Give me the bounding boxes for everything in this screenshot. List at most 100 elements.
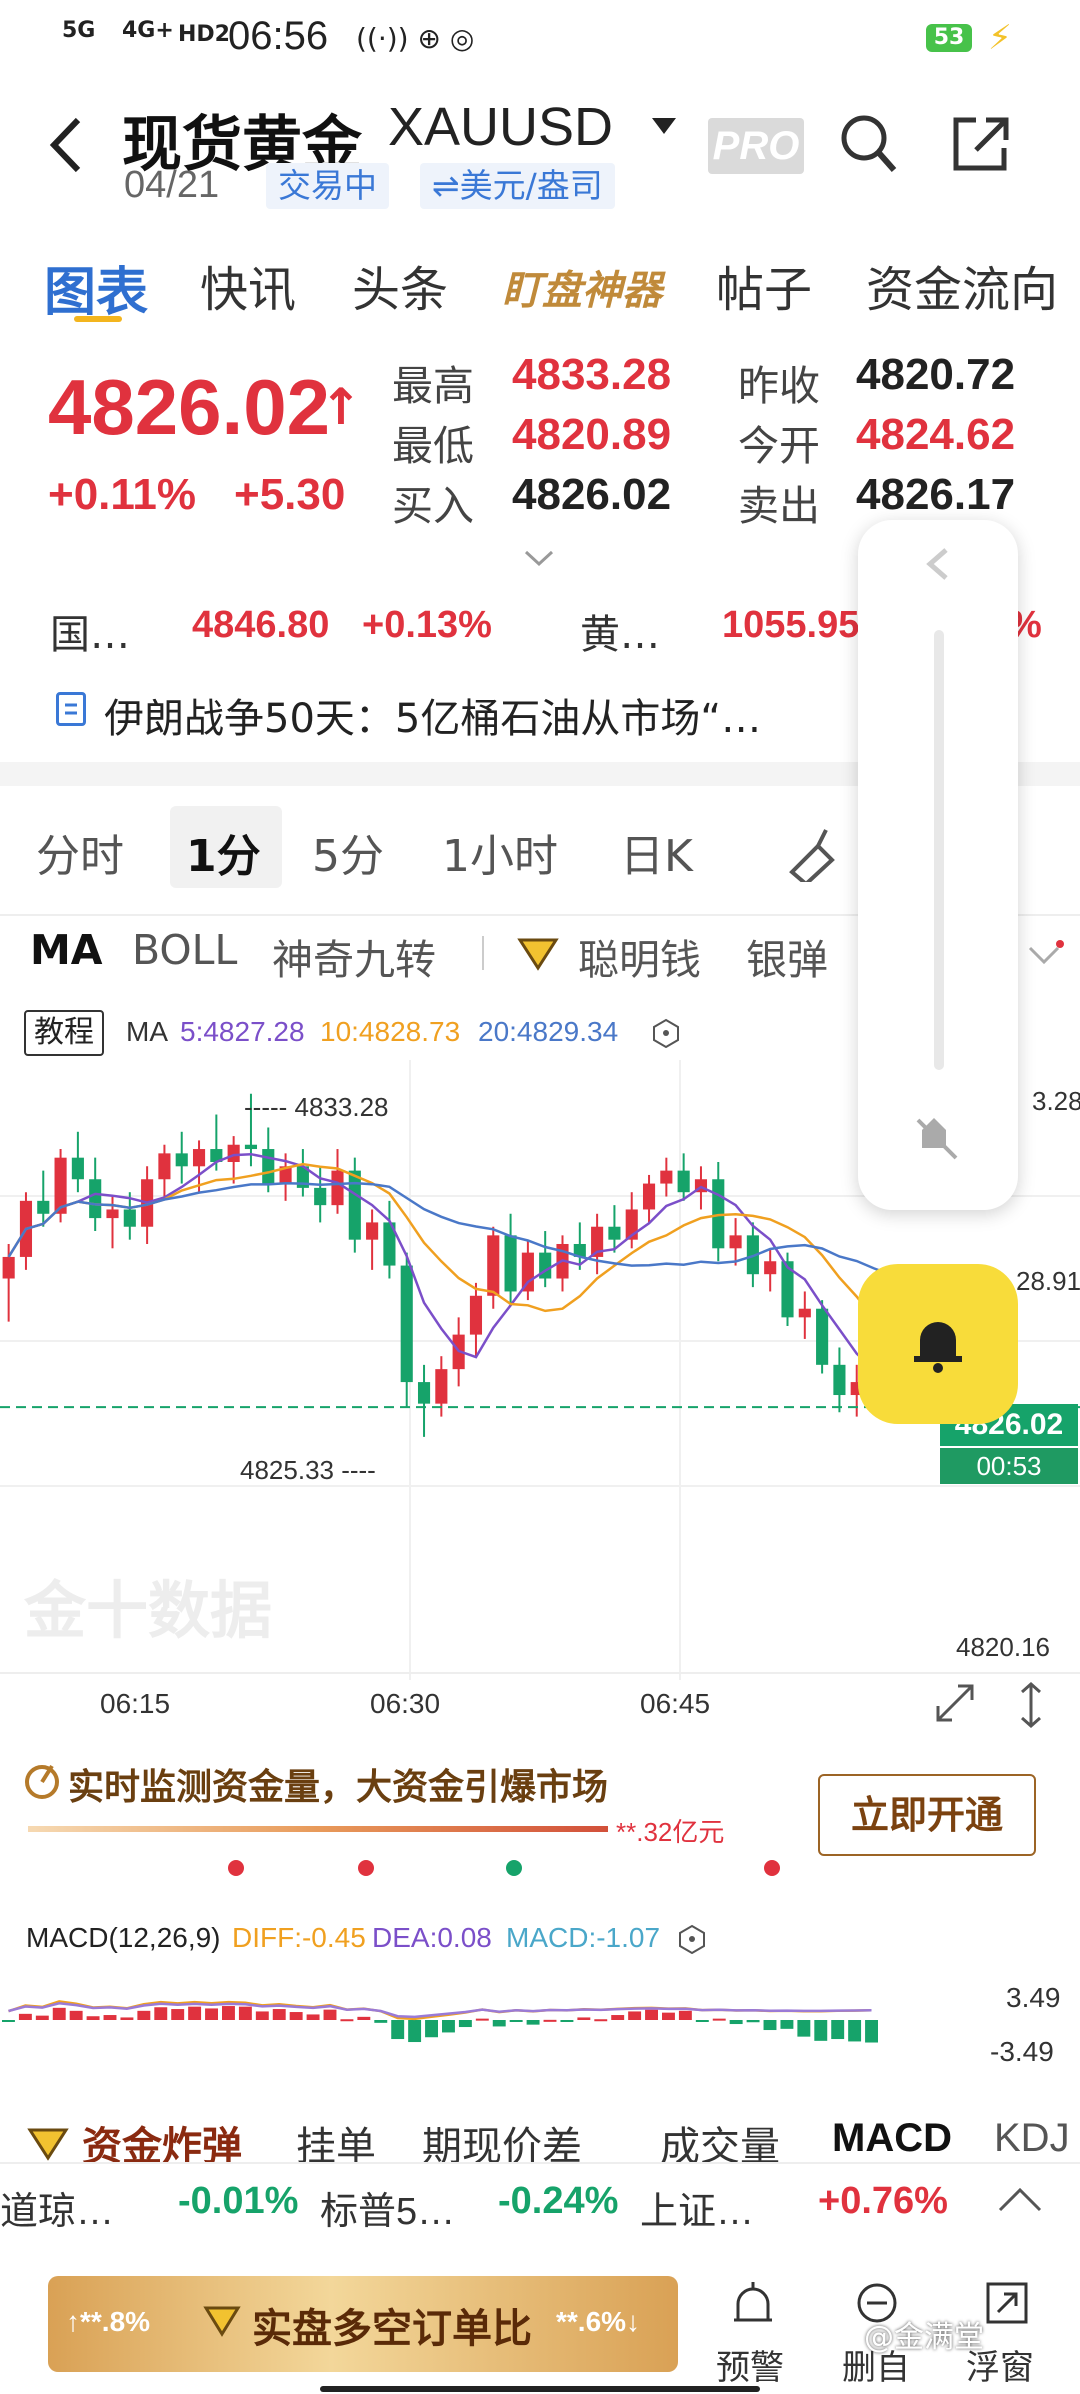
indicator-boll[interactable]: BOLL bbox=[132, 926, 237, 974]
tab-headlines[interactable]: 头条 bbox=[352, 250, 448, 320]
candle-body bbox=[764, 1261, 777, 1275]
candle-body bbox=[227, 1144, 240, 1162]
macd-bar bbox=[154, 2007, 168, 2020]
candle-body bbox=[816, 1308, 829, 1365]
ticker-pct-2: -0.24% bbox=[498, 2180, 619, 2222]
floating-panel[interactable] bbox=[858, 520, 1018, 1210]
macd-bar bbox=[475, 2018, 489, 2021]
tutorial-button[interactable]: 教程 bbox=[24, 1010, 104, 1056]
candle-body bbox=[314, 1187, 327, 1206]
volume-slider[interactable] bbox=[934, 630, 944, 1070]
time-label-1: 06:15 bbox=[100, 1688, 171, 1719]
macd-bar bbox=[458, 2020, 472, 2028]
news-headline[interactable]: 伊朗战争50天：5亿桶石油从市场“… bbox=[104, 686, 761, 744]
symbol-code[interactable]: XAUUSD bbox=[388, 96, 613, 158]
last-price: 4826.02 bbox=[48, 363, 330, 451]
macd-bar bbox=[188, 2006, 202, 2020]
period-1min[interactable]: 1分 bbox=[186, 820, 261, 884]
macd-bar bbox=[340, 2019, 354, 2022]
related-price-2: 1055.95 bbox=[722, 604, 860, 646]
panel-collapse-icon[interactable] bbox=[918, 544, 958, 588]
period-5min[interactable]: 5分 bbox=[312, 820, 384, 884]
fullscreen-icon[interactable] bbox=[932, 1680, 978, 1730]
macd-bar bbox=[526, 2020, 540, 2025]
alert-label[interactable]: 预警 bbox=[716, 2340, 784, 2389]
candle-body bbox=[729, 1235, 742, 1249]
candle-body bbox=[158, 1153, 171, 1180]
settings-hex-icon[interactable] bbox=[652, 1018, 680, 1052]
ticker-collapse-icon[interactable] bbox=[996, 2184, 1044, 2218]
draw-tool-icon[interactable] bbox=[784, 822, 840, 887]
macd-bar bbox=[391, 2020, 405, 2040]
related-name-2[interactable]: 黄… bbox=[580, 602, 660, 660]
unit-pill[interactable]: ⇌美元/盎司 bbox=[420, 163, 615, 209]
bell-button[interactable] bbox=[858, 1264, 1018, 1424]
vertical-scale-icon[interactable] bbox=[1016, 1680, 1046, 1734]
candle-body bbox=[521, 1252, 534, 1292]
low-mark-label: 4825.33 ---- bbox=[240, 1455, 376, 1485]
low-mark-value: 4825.33 bbox=[240, 1455, 334, 1485]
back-icon[interactable] bbox=[40, 110, 96, 180]
macd-settings-icon[interactable] bbox=[678, 1924, 706, 1958]
expand-chevron-icon[interactable] bbox=[524, 548, 554, 572]
pro-badge[interactable]: PRO bbox=[708, 118, 804, 174]
alarm-icon[interactable] bbox=[730, 2280, 776, 2330]
macd-bar bbox=[137, 2010, 151, 2020]
tab-watch-tool[interactable]: 盯盘神器 bbox=[502, 258, 662, 316]
macd-bar bbox=[238, 2006, 252, 2020]
float-window-icon[interactable] bbox=[984, 2280, 1030, 2330]
divider bbox=[482, 936, 484, 970]
candle-body bbox=[262, 1149, 275, 1184]
macd-value: MACD:-1.07 bbox=[506, 1922, 661, 1953]
period-1hour[interactable]: 1小时 bbox=[442, 820, 558, 884]
indicator-ma[interactable]: MA bbox=[30, 926, 103, 974]
search-icon[interactable] bbox=[838, 112, 898, 180]
candle-body bbox=[89, 1179, 102, 1219]
indicator-more-icon[interactable] bbox=[1026, 940, 1066, 974]
indicator-nine-turn[interactable]: 神奇九转 bbox=[272, 926, 436, 986]
indicator-silver-bullet[interactable]: 银弹 bbox=[746, 926, 828, 986]
tab-macd[interactable]: MACD bbox=[832, 2116, 952, 2161]
tab-news[interactable]: 快讯 bbox=[200, 250, 296, 320]
macd-bar bbox=[560, 2020, 574, 2022]
tab-fund-flow[interactable]: 资金流向 bbox=[866, 250, 1058, 320]
macd-bar bbox=[103, 2015, 117, 2020]
candle-body bbox=[417, 1382, 431, 1404]
network-4g: 4G+ bbox=[122, 18, 174, 43]
divider bbox=[0, 1672, 1080, 1674]
tab-posts[interactable]: 帖子 bbox=[716, 250, 812, 320]
right-axis-mid: 28.91 bbox=[1016, 1266, 1080, 1296]
candle-body bbox=[244, 1144, 258, 1150]
related-price-1: 4846.80 bbox=[192, 604, 330, 646]
bomb-icon bbox=[26, 2124, 70, 2166]
activate-button[interactable]: 立即开通 bbox=[818, 1774, 1036, 1856]
prev-close-value: 4820.72 bbox=[856, 350, 1016, 399]
share-icon[interactable] bbox=[950, 112, 1014, 180]
tab-chart[interactable]: 图表 bbox=[44, 250, 148, 325]
right-axis-top: 3.28 bbox=[1032, 1086, 1080, 1116]
ticker-name-3[interactable]: 上证… bbox=[640, 2180, 754, 2235]
period-daily[interactable]: 日K bbox=[620, 820, 693, 884]
related-name-1[interactable]: 国… bbox=[50, 602, 130, 660]
mute-icon[interactable] bbox=[912, 1114, 962, 1168]
candle-body bbox=[469, 1295, 483, 1335]
macd-bar bbox=[577, 2017, 591, 2020]
period-timeshare[interactable]: 分时 bbox=[36, 820, 124, 884]
change-amount: +5.30 bbox=[234, 470, 346, 519]
ticker-name-2[interactable]: 标普5… bbox=[320, 2180, 455, 2235]
watermark: 金十数据 bbox=[24, 1574, 273, 1647]
macd-bar bbox=[729, 2020, 743, 2025]
macd-bar bbox=[645, 2009, 658, 2020]
chevron-down-icon[interactable] bbox=[652, 118, 676, 142]
tab-kdj[interactable]: KDJ bbox=[994, 2116, 1070, 2161]
candle-body bbox=[366, 1222, 379, 1240]
bell-icon bbox=[910, 1314, 966, 1378]
indicator-smart-money[interactable]: 聪明钱 bbox=[578, 926, 701, 986]
macd-bar bbox=[442, 2020, 455, 2033]
ticker-name-1[interactable]: 道琼… bbox=[0, 2180, 114, 2235]
macd-bar bbox=[492, 2020, 506, 2027]
candle-body bbox=[642, 1183, 656, 1210]
macd-bar bbox=[763, 2020, 777, 2031]
fund-monitor-title[interactable]: 实时监测资金量，大资金引爆市场 bbox=[68, 1758, 608, 1810]
network-5g: 5G bbox=[62, 18, 96, 43]
